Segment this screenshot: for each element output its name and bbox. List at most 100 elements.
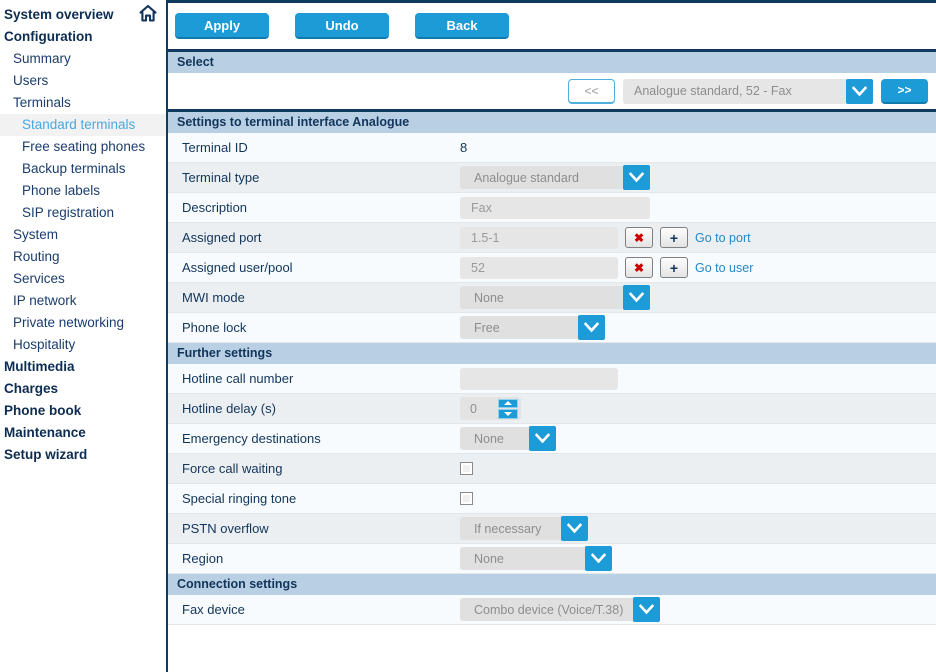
dropdown-select[interactable]: If necessary <box>460 516 588 541</box>
field-label: Force call waiting <box>182 461 283 476</box>
field-wrapper: 1.5-1 ✖ + Go to port <box>460 226 936 249</box>
chevron-down-icon[interactable] <box>529 426 556 451</box>
form-row: Special ringing tone <box>168 484 936 514</box>
select-section-header: Select <box>168 52 936 73</box>
sidebar-item-phone-book[interactable]: Phone book <box>0 400 166 422</box>
field-wrapper <box>460 367 936 390</box>
app-window: System overview Configuration Summary Users… <box>0 0 936 672</box>
field-wrapper: Free <box>460 315 936 340</box>
field-label: Assigned user/pool <box>182 260 293 275</box>
chevron-down-icon[interactable] <box>633 597 661 622</box>
sidebar-item-standard-terminals[interactable]: Standard terminals <box>0 114 166 136</box>
chevron-down-icon[interactable] <box>846 78 873 104</box>
form-row: Assigned port 1.5-1 ✖ + Go to port <box>168 223 936 253</box>
dropdown-select[interactable]: None <box>460 285 650 310</box>
form-row: PSTN overflow If necessary <box>168 514 936 544</box>
chevron-down-icon[interactable] <box>585 546 612 571</box>
form-row: Force call waiting <box>168 454 936 484</box>
field-wrapper: Fax <box>460 196 936 219</box>
form-row: Description Fax <box>168 193 936 223</box>
number-stepper[interactable]: 0 <box>460 397 521 420</box>
terminal-select-combo[interactable]: Analogue standard, 52 - Fax <box>623 78 873 104</box>
field-label: Hotline delay (s) <box>182 401 276 416</box>
settings-form: Settings to terminal interface Analogue T… <box>168 112 936 625</box>
field-wrapper: 0 <box>460 397 936 420</box>
stepper-up-icon[interactable] <box>498 398 518 408</box>
dropdown-value: None <box>474 551 504 566</box>
field-label: Description <box>182 200 248 215</box>
chevron-down-icon[interactable] <box>623 285 650 310</box>
field-wrapper: 8 <box>460 140 936 155</box>
sidebar-item-maintenance[interactable]: Maintenance <box>0 422 166 444</box>
apply-button[interactable]: Apply <box>175 13 269 39</box>
sidebar-item-backup-terminals[interactable]: Backup terminals <box>0 158 166 180</box>
stepper-down-icon[interactable] <box>498 409 518 419</box>
form-row: Region None <box>168 544 936 574</box>
home-icon[interactable] <box>138 4 158 24</box>
sidebar-item-sip-registration[interactable]: SIP registration <box>0 202 166 224</box>
form-row: Hotline call number <box>168 364 936 394</box>
text-input[interactable]: 1.5-1 <box>460 226 618 249</box>
field-label: Special ringing tone <box>182 491 297 506</box>
action-toolbar: Apply Undo Back <box>168 3 936 49</box>
field-label: PSTN overflow <box>182 521 269 536</box>
add-icon-button[interactable]: + <box>660 227 688 248</box>
sidebar-item-charges[interactable]: Charges <box>0 378 166 400</box>
dropdown-select[interactable]: Combo device (Voice/T.38) <box>460 597 661 622</box>
sidebar-item-free-seating-phones[interactable]: Free seating phones <box>0 136 166 158</box>
clear-icon-button[interactable]: ✖ <box>625 257 653 278</box>
form-row: MWI mode None <box>168 283 936 313</box>
chevron-down-icon[interactable] <box>561 516 588 541</box>
dropdown-select[interactable]: None <box>460 426 556 451</box>
dropdown-select[interactable]: Analogue standard <box>460 165 650 190</box>
dropdown-select[interactable]: Free <box>460 315 605 340</box>
goto-link[interactable]: Go to user <box>695 261 753 275</box>
readonly-value: 8 <box>460 140 468 155</box>
sidebar-item-ip-network[interactable]: IP network <box>0 290 166 312</box>
clear-icon-button[interactable]: ✖ <box>625 227 653 248</box>
previous-terminal-button[interactable]: << <box>568 78 615 104</box>
section-header: Settings to terminal interface Analogue <box>168 112 936 133</box>
sidebar-item-configuration[interactable]: Configuration <box>0 26 166 48</box>
sidebar-item-summary[interactable]: Summary <box>0 48 166 70</box>
dropdown-value: If necessary <box>474 521 542 536</box>
dropdown-value: Combo device (Voice/T.38) <box>474 602 624 617</box>
dropdown-value: None <box>474 431 504 446</box>
sidebar-item-routing[interactable]: Routing <box>0 246 166 268</box>
sidebar-item-services[interactable]: Services <box>0 268 166 290</box>
goto-link[interactable]: Go to port <box>695 231 751 245</box>
form-row: Assigned user/pool 52 ✖ + Go to user <box>168 253 936 283</box>
chevron-down-icon[interactable] <box>578 315 605 340</box>
undo-button[interactable]: Undo <box>295 13 389 39</box>
text-input[interactable]: Fax <box>460 196 650 219</box>
form-row: Phone lock Free <box>168 313 936 343</box>
sidebar-item-multimedia[interactable]: Multimedia <box>0 356 166 378</box>
field-label: Terminal type <box>182 170 260 185</box>
sidebar-item-setup-wizard[interactable]: Setup wizard <box>0 444 166 466</box>
field-wrapper: None <box>460 546 936 571</box>
checkbox[interactable] <box>460 462 473 475</box>
back-button[interactable]: Back <box>415 13 509 39</box>
dropdown-value: Analogue standard <box>474 170 579 185</box>
sidebar-item-users[interactable]: Users <box>0 70 166 92</box>
sidebar-item-phone-labels[interactable]: Phone labels <box>0 180 166 202</box>
field-wrapper <box>460 462 936 475</box>
main-content: Apply Undo Back Select << Analogue stand… <box>168 0 936 672</box>
stepper-arrows[interactable] <box>498 398 518 419</box>
add-icon-button[interactable]: + <box>660 257 688 278</box>
text-input[interactable] <box>460 367 618 390</box>
form-row: Terminal ID 8 <box>168 133 936 163</box>
sidebar-navigation: System overview Configuration Summary Users… <box>0 0 168 672</box>
chevron-down-icon[interactable] <box>623 165 650 190</box>
sidebar-item-hospitality[interactable]: Hospitality <box>0 334 166 356</box>
sidebar-item-private-networking[interactable]: Private networking <box>0 312 166 334</box>
dropdown-value: None <box>474 290 504 305</box>
sidebar-item-system[interactable]: System <box>0 224 166 246</box>
checkbox[interactable] <box>460 492 473 505</box>
dropdown-select[interactable]: None <box>460 546 612 571</box>
text-input[interactable]: 52 <box>460 256 618 279</box>
section-header: Connection settings <box>168 574 936 595</box>
sidebar-item-terminals[interactable]: Terminals <box>0 92 166 114</box>
field-wrapper: If necessary <box>460 516 936 541</box>
next-terminal-button[interactable]: >> <box>881 78 928 104</box>
